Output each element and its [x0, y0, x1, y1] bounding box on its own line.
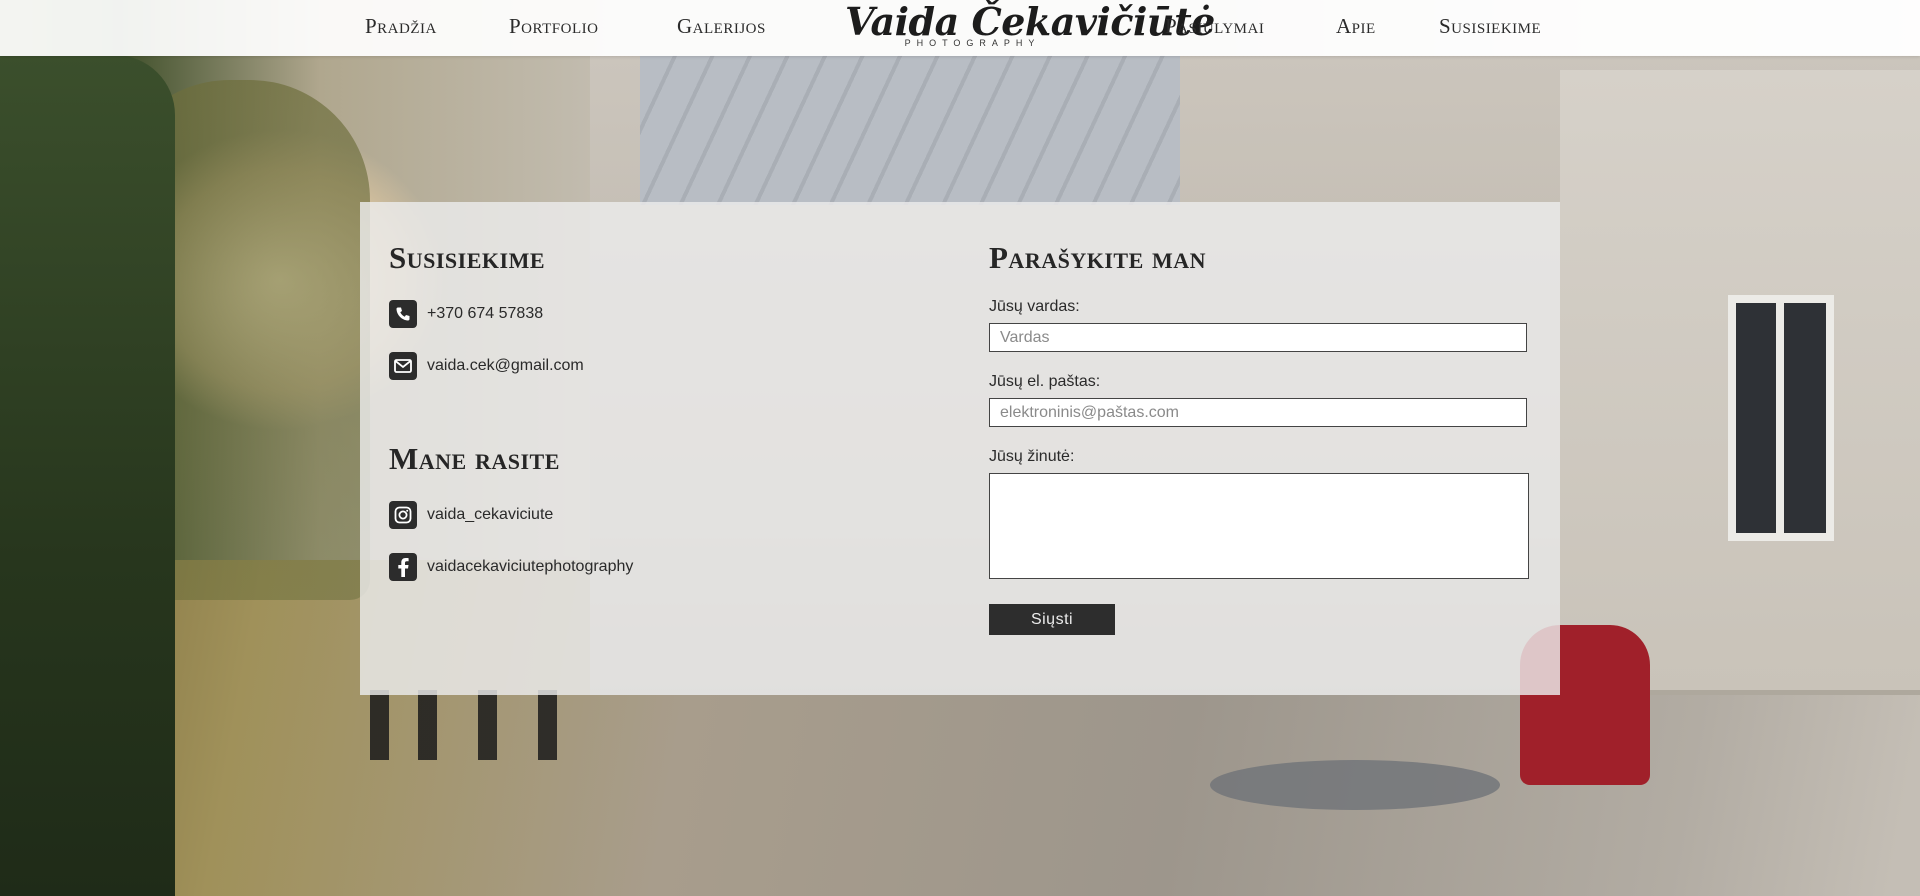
phone-number: +370 674 57838	[427, 305, 544, 322]
facebook-row[interactable]: vaidacekaviciutephotography	[389, 553, 633, 581]
name-input[interactable]	[989, 323, 1527, 352]
facebook-handle: vaidacekaviciutephotography	[427, 558, 634, 575]
nav-link-contact[interactable]: Susisiekime	[1439, 14, 1541, 39]
message-textarea[interactable]	[989, 473, 1529, 579]
nav-link-offers[interactable]: Pasiūlymai	[1165, 14, 1264, 39]
phone-icon	[389, 300, 417, 328]
background-guests	[370, 690, 610, 760]
instagram-handle: vaida_cekaviciute	[427, 506, 554, 523]
name-label: Jūsų vardas:	[989, 298, 1080, 315]
top-navigation: Pradžia Portfolio Galerijos Vaida Čekavi…	[0, 0, 1920, 56]
nav-link-about[interactable]: Apie	[1336, 14, 1376, 39]
background-roof	[640, 55, 1180, 205]
facebook-icon	[389, 553, 417, 581]
nav-link-galleries[interactable]: Galerijos	[677, 14, 766, 39]
site-logo[interactable]: Vaida Čekavičiūtė PHOTOGRAPHY	[845, 0, 1215, 56]
background-window	[1728, 295, 1834, 541]
background-rug	[1210, 760, 1500, 810]
message-label: Jūsų žinutė:	[989, 448, 1075, 465]
email-input[interactable]	[989, 398, 1527, 427]
email-label: Jūsų el. paštas:	[989, 373, 1101, 390]
envelope-icon	[389, 352, 417, 380]
instagram-row[interactable]: vaida_cekaviciute	[389, 501, 553, 529]
phone-row[interactable]: +370 674 57838	[389, 300, 543, 328]
social-heading: Mane rasite	[389, 441, 560, 476]
background-hedge	[0, 55, 175, 896]
send-button[interactable]: Siųsti	[989, 604, 1115, 635]
contact-heading: Susisiekime	[389, 240, 546, 275]
email-row[interactable]: vaida.cek@gmail.com	[389, 352, 584, 380]
nav-link-portfolio[interactable]: Portfolio	[509, 14, 598, 39]
instagram-icon	[389, 501, 417, 529]
nav-link-home[interactable]: Pradžia	[365, 14, 437, 39]
form-heading: Parašykite man	[989, 240, 1207, 275]
email-address: vaida.cek@gmail.com	[427, 357, 584, 374]
